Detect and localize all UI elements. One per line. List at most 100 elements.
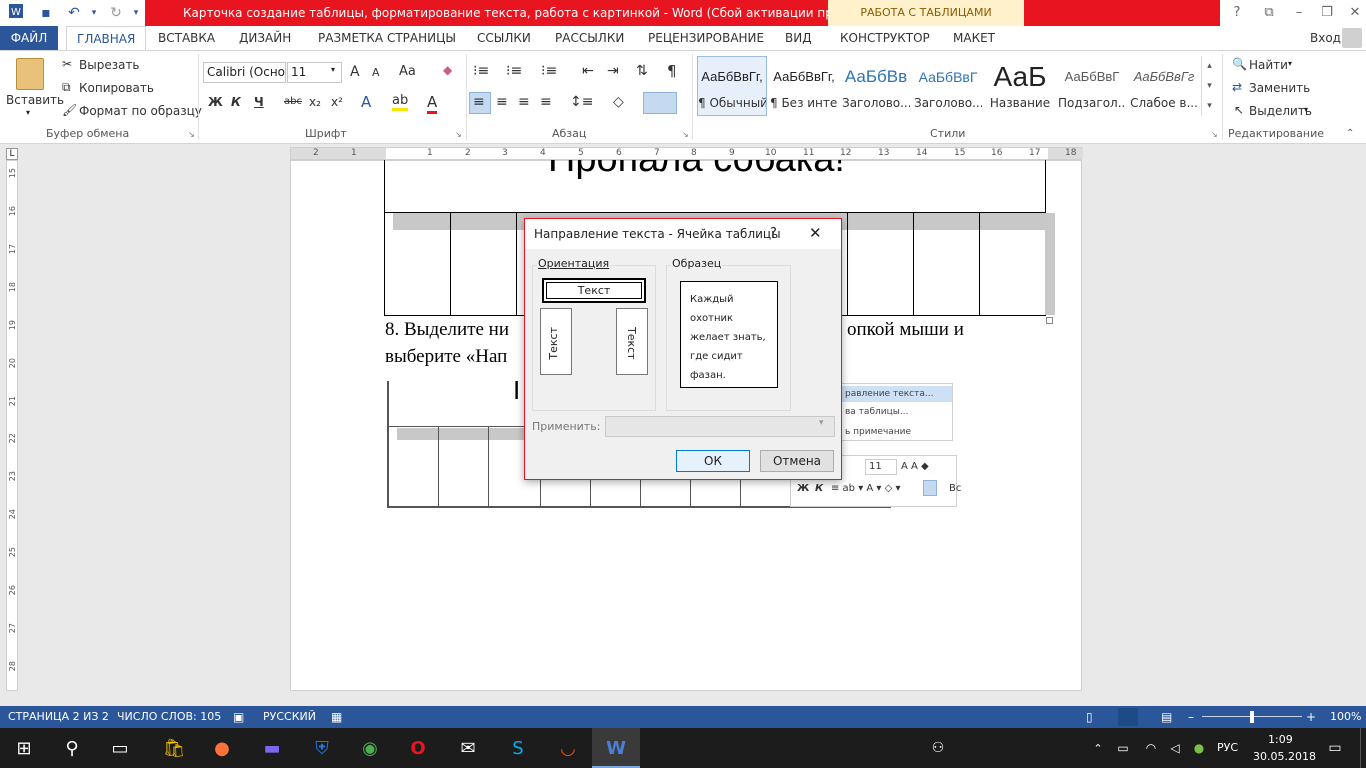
tab-table-design[interactable]: КОНСТРУКТОР	[840, 26, 930, 50]
mail-icon[interactable]: ✉	[444, 728, 492, 768]
redo-icon[interactable]: ↻	[106, 3, 126, 23]
grow-font-button[interactable]: A	[350, 64, 360, 80]
web-layout-icon[interactable]: ▤	[1161, 706, 1172, 728]
task-view-icon[interactable]: ▭	[96, 728, 144, 768]
show-desktop-button[interactable]	[1360, 728, 1366, 768]
orientation-vertical-down-option[interactable]: Текст	[616, 308, 648, 375]
close-button[interactable]: ✕	[1340, 0, 1366, 26]
select-dropdown-icon[interactable]: ▾	[1304, 105, 1308, 114]
style-no-spacing[interactable]: АаБбВвГг, ¶ Без инте...	[769, 56, 839, 116]
ok-button[interactable]: ОК	[676, 450, 750, 472]
find-button[interactable]: Найти	[1249, 58, 1288, 72]
format-painter-button[interactable]: Формат по образцу	[79, 104, 202, 118]
vertical-ruler[interactable]: 15 16 17 18 19 20 21 22 23 24 25 26 27 2…	[6, 160, 18, 691]
language-indicator[interactable]: РУССКИЙ	[263, 706, 316, 728]
word-count[interactable]: ЧИСЛО СЛОВ: 105	[117, 706, 221, 728]
justify-icon[interactable]: ≡	[540, 94, 552, 110]
aliexpress-icon[interactable]: ◡	[544, 728, 592, 768]
tab-references[interactable]: ССЫЛКИ	[477, 26, 531, 50]
shield-icon[interactable]: ⛨	[298, 728, 346, 768]
tab-selector[interactable]: L	[6, 148, 18, 160]
cut-button[interactable]: Вырезать	[79, 58, 140, 72]
cancel-button[interactable]: Отмена	[760, 450, 834, 472]
sign-in-link[interactable]: Вход	[1310, 26, 1341, 50]
people-icon[interactable]: ⚇	[914, 728, 962, 768]
word-icon[interactable]: W	[6, 3, 26, 23]
page-count[interactable]: СТРАНИЦА 2 ИЗ 2	[8, 706, 109, 728]
font-launcher-icon[interactable]: ↘	[455, 130, 462, 139]
help-button[interactable]: ?	[1222, 0, 1252, 26]
clipboard-launcher-icon[interactable]: ↘	[188, 130, 195, 139]
bullets-icon[interactable]: ⁝≡	[473, 63, 489, 79]
change-case-button[interactable]: Aa	[399, 64, 416, 79]
align-center-icon[interactable]: ≡	[496, 94, 508, 110]
zoom-in-icon[interactable]: +	[1306, 706, 1316, 728]
style-title[interactable]: АаБ Название	[985, 56, 1055, 116]
clear-format-icon[interactable]: ◆	[443, 63, 452, 77]
notifications-icon[interactable]: ▭	[1320, 728, 1350, 768]
paste-button[interactable]: Вставить	[6, 93, 64, 107]
styles-scroll[interactable]: ▴ ▾ ▾	[1201, 56, 1217, 116]
tab-review[interactable]: РЕЦЕНЗИРОВАНИЕ	[648, 26, 764, 50]
select-button[interactable]: Выделить	[1249, 104, 1312, 118]
tab-mailings[interactable]: РАССЫЛКИ	[555, 26, 624, 50]
sort-icon[interactable]: ⇅	[636, 63, 648, 79]
save-icon[interactable]: ▪	[36, 3, 56, 23]
read-mode-icon[interactable]: ▯	[1086, 706, 1093, 728]
skype-icon[interactable]: S	[494, 728, 542, 768]
shading-icon[interactable]: ◇	[613, 94, 624, 110]
horizontal-ruler[interactable]: 2 1 1 2 3 4 5 6 7 8 9 10 11 12 13 14 15 …	[290, 147, 1083, 160]
show-marks-icon[interactable]: ¶	[667, 62, 677, 80]
restore-button[interactable]: ❐	[1312, 0, 1342, 26]
font-size-dropdown-icon[interactable]: ▾	[331, 65, 335, 74]
opera-icon[interactable]: O	[394, 728, 442, 768]
find-dropdown-icon[interactable]: ▾	[1288, 59, 1292, 68]
highlight-icon[interactable]: ab	[392, 93, 409, 111]
superscript-button[interactable]: x²	[331, 95, 343, 109]
shrink-font-button[interactable]: A	[372, 66, 380, 79]
zoom-level[interactable]: 100%	[1330, 706, 1361, 728]
battery-icon[interactable]: ▭	[1108, 728, 1138, 768]
search-icon[interactable]: ⚲	[48, 728, 96, 768]
store-icon[interactable]: 🛍	[150, 728, 198, 768]
paste-icon[interactable]	[16, 58, 44, 90]
input-language[interactable]: РУС	[1217, 741, 1238, 754]
minimize-button[interactable]: –	[1284, 0, 1314, 26]
tab-design[interactable]: ДИЗАЙН	[239, 26, 291, 50]
table-resize-handle[interactable]	[1046, 317, 1053, 324]
table-cell-border[interactable]	[516, 212, 517, 316]
apply-to-dropdown-icon[interactable]: ▾	[819, 418, 824, 428]
user-avatar-icon[interactable]	[1342, 28, 1362, 48]
start-windows-icon[interactable]: ⊞	[0, 728, 48, 768]
orientation-horizontal-option[interactable]: Текст	[542, 278, 646, 303]
table-cell-border[interactable]	[847, 212, 848, 316]
increase-indent-icon[interactable]: ⇥	[607, 63, 619, 79]
text-effects-icon[interactable]: A	[361, 93, 371, 111]
apply-to-select[interactable]	[605, 416, 835, 437]
numbering-icon[interactable]: ⁝≡	[506, 63, 522, 79]
app-tray-icon[interactable]: ●	[1184, 728, 1214, 768]
tab-file[interactable]: ФАЙЛ	[0, 26, 58, 50]
ribbon-display-icon[interactable]: ⧉	[1254, 0, 1284, 26]
clock-time[interactable]: 1:09	[1268, 733, 1293, 746]
style-subtle-emphasis[interactable]: АаБбВвГг Слабое в...	[1129, 56, 1199, 116]
line-spacing-icon[interactable]: ↕≡	[570, 94, 593, 110]
style-subtitle[interactable]: АаБбВвГ Подзагол...	[1057, 56, 1127, 116]
subscript-button[interactable]: x₂	[309, 95, 321, 109]
clock-date[interactable]: 30.05.2018	[1253, 750, 1316, 763]
undo-icon[interactable]: ↶	[64, 3, 84, 23]
replace-button[interactable]: Заменить	[1249, 81, 1310, 95]
collapse-ribbon-icon[interactable]: ⌃	[1346, 128, 1354, 139]
tab-home[interactable]: ГЛАВНАЯ	[66, 26, 147, 50]
font-name-field[interactable]: Calibri (Осно	[203, 62, 286, 83]
font-color-icon[interactable]: A	[427, 93, 438, 114]
dialog-help-button[interactable]: ?	[770, 226, 777, 241]
customize-toolbar-icon[interactable]: ▾	[126, 3, 146, 23]
tab-view[interactable]: ВИД	[785, 26, 812, 50]
paste-dropdown-icon[interactable]: ▾	[26, 108, 30, 117]
strikethrough-button[interactable]: abc	[284, 96, 302, 107]
zoom-slider-thumb[interactable]	[1250, 711, 1254, 723]
table-cell-border[interactable]	[913, 212, 914, 316]
zoom-out-icon[interactable]: –	[1188, 706, 1194, 728]
tab-layout-page[interactable]: РАЗМЕТКА СТРАНИЦЫ	[318, 26, 456, 50]
